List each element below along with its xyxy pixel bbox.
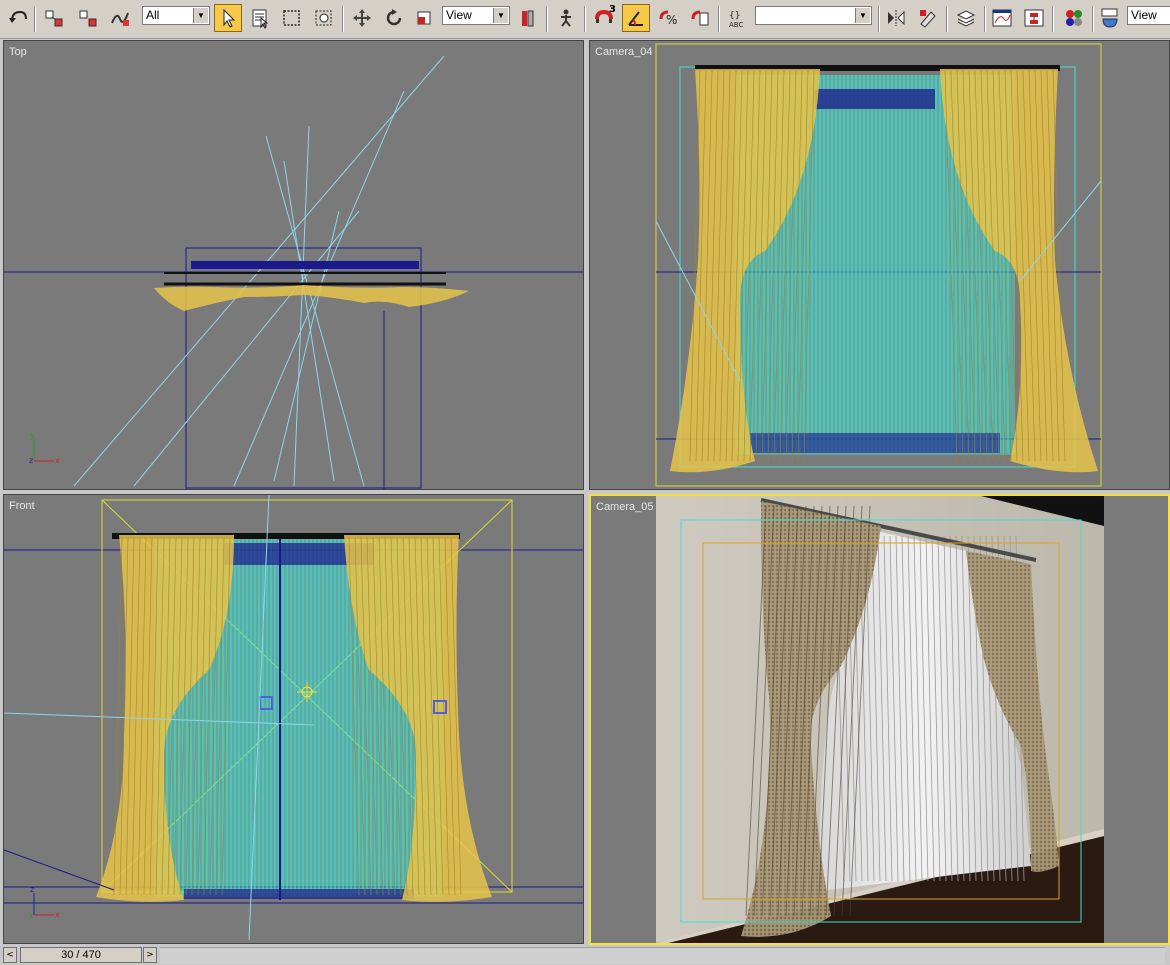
- viewport-top[interactable]: Top y z x: [3, 40, 584, 490]
- window-crossing-icon[interactable]: [310, 4, 338, 32]
- viewport-label[interactable]: Camera_05: [596, 501, 653, 513]
- edit-named-sel-icon[interactable]: {} ABC: [724, 4, 752, 32]
- selection-filter-value: All: [146, 8, 160, 22]
- svg-text:x: x: [55, 456, 60, 465]
- snap-icon[interactable]: 3: [590, 4, 618, 32]
- move-icon[interactable]: [348, 4, 376, 32]
- select-by-name-icon[interactable]: [246, 4, 274, 32]
- selection-filter-dropdown[interactable]: All ▼: [142, 6, 210, 25]
- svg-text:{}: {}: [729, 11, 740, 21]
- mirror-icon[interactable]: [882, 4, 910, 32]
- align-icon[interactable]: [914, 4, 942, 32]
- curve-editor-icon[interactable]: [988, 4, 1016, 32]
- spinner-snap-icon[interactable]: [686, 4, 714, 32]
- render-view-value: View: [1131, 8, 1157, 22]
- material-editor-icon[interactable]: [1060, 4, 1088, 32]
- reference-coord-value: View: [446, 8, 472, 22]
- pivot-icon[interactable]: [514, 4, 542, 32]
- render-setup-icon[interactable]: [1096, 4, 1124, 32]
- angle-snap-icon[interactable]: [622, 4, 650, 32]
- rotate-icon[interactable]: [380, 4, 408, 32]
- time-slider: < 30 / 470 >: [0, 945, 1170, 965]
- manipulate-icon[interactable]: [552, 4, 580, 32]
- svg-text:%: %: [666, 13, 677, 27]
- prev-frame-button[interactable]: <: [3, 947, 17, 963]
- viewport-label[interactable]: Top: [9, 46, 27, 58]
- main-toolbar: All ▼ View ▼ 3 % {} ABC ▼ View: [0, 0, 1170, 39]
- svg-text:ABC: ABC: [729, 21, 743, 29]
- next-frame-button[interactable]: >: [143, 947, 157, 963]
- svg-text:z: z: [30, 885, 34, 894]
- chevron-down-icon: ▼: [493, 8, 508, 23]
- axis-gizmo: z y x: [29, 885, 60, 919]
- svg-text:y: y: [30, 431, 35, 440]
- viewport-camera04[interactable]: Camera_04: [589, 40, 1170, 490]
- chevron-down-icon: ▼: [855, 8, 870, 23]
- snap-badge: 3: [609, 4, 616, 15]
- named-selection-dropdown[interactable]: ▼: [755, 6, 872, 25]
- percent-snap-icon[interactable]: %: [654, 4, 682, 32]
- time-slider-track[interactable]: [160, 947, 1165, 964]
- scale-icon[interactable]: [410, 4, 438, 32]
- frame-counter[interactable]: 30 / 470: [20, 947, 142, 963]
- viewport-label[interactable]: Camera_04: [595, 46, 652, 58]
- rect-region-icon[interactable]: [278, 4, 306, 32]
- select-link-icon[interactable]: [40, 4, 68, 32]
- viewport-label[interactable]: Front: [9, 500, 35, 512]
- render-view-dropdown[interactable]: View: [1127, 6, 1170, 25]
- unlink-icon[interactable]: [74, 4, 102, 32]
- select-object-icon[interactable]: [214, 4, 242, 32]
- svg-text:z: z: [29, 456, 33, 465]
- undo-icon[interactable]: [4, 4, 32, 32]
- reference-coord-dropdown[interactable]: View ▼: [442, 6, 510, 25]
- chevron-down-icon: ▼: [193, 8, 208, 23]
- layer-icon[interactable]: [952, 4, 980, 32]
- svg-text:y: y: [29, 910, 34, 919]
- svg-text:x: x: [55, 910, 60, 919]
- viewport-front[interactable]: Front z y x: [3, 494, 584, 944]
- viewport-camera05[interactable]: Camera_05: [589, 494, 1170, 945]
- axis-gizmo: y z x: [29, 431, 60, 465]
- bind-spacewarp-icon[interactable]: [106, 4, 134, 32]
- schematic-icon[interactable]: [1020, 4, 1048, 32]
